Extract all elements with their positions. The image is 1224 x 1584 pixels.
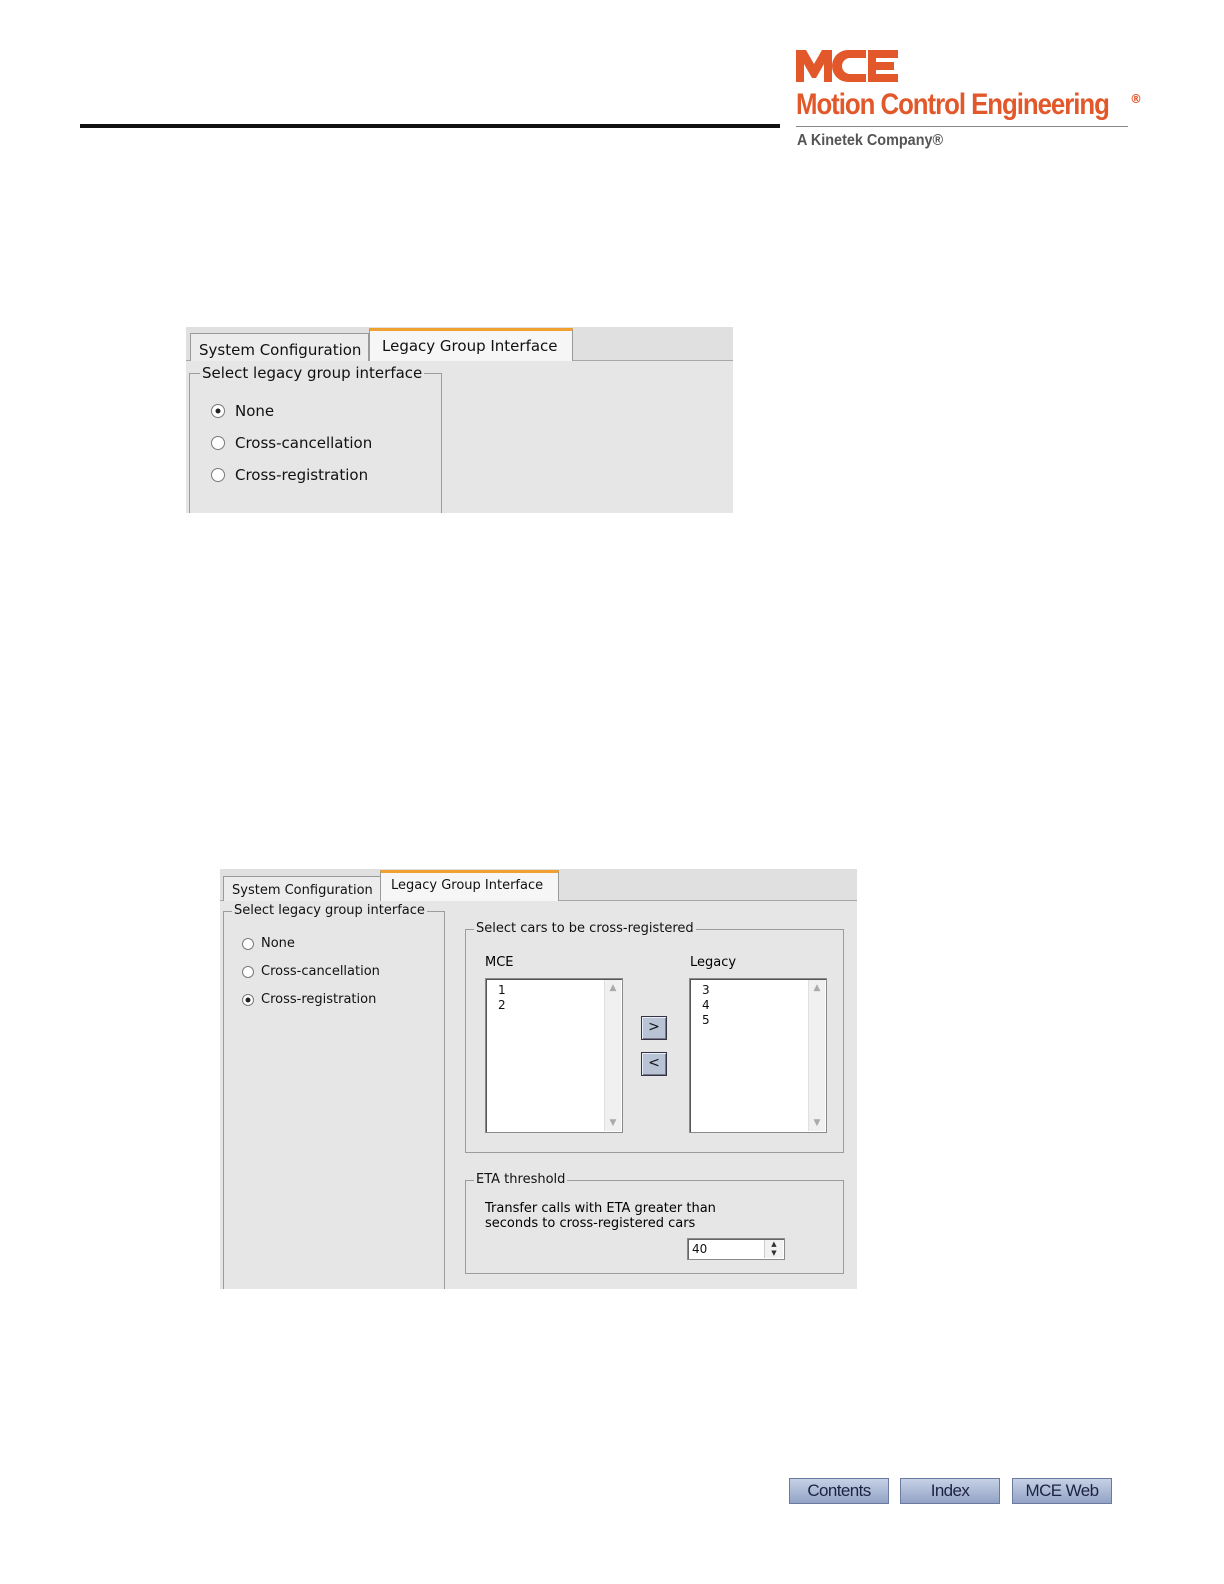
group-title: Select legacy group interface (200, 364, 425, 382)
cross-registered-cars-group: Select cars to be cross-registered MCE 1… (465, 921, 844, 1153)
radio-none[interactable]: None (211, 402, 274, 420)
group-title: Select cars to be cross-registered (474, 921, 696, 936)
tab-bar: System Configuration Legacy Group Interf… (186, 327, 733, 361)
mce-web-button[interactable]: MCE Web (1012, 1478, 1112, 1504)
eta-description-line2: seconds to cross-registered cars (485, 1216, 696, 1231)
eta-description-line1: Transfer calls with ETA greater than (485, 1201, 716, 1216)
radio-icon (211, 468, 225, 482)
radio-label: Cross-registration (235, 466, 369, 484)
company-name: Motion Control Engineering (796, 88, 1110, 121)
company-subtitle: A Kinetek Company® (797, 132, 944, 149)
move-right-button[interactable]: > (641, 1016, 667, 1040)
radio-icon (242, 965, 254, 978)
scroll-up-icon[interactable]: ▲ (809, 980, 825, 996)
radio-icon (242, 937, 254, 950)
radio-cross-registration[interactable]: Cross-registration (211, 466, 368, 484)
mce-logo-mark (796, 50, 898, 82)
scrollbar[interactable]: ▲ ▼ (604, 980, 621, 1131)
mce-logo: Motion Control Engineering ® A Kinetek C… (796, 50, 1156, 160)
scroll-up-icon[interactable]: ▲ (605, 980, 621, 996)
mce-cars-list[interactable]: 1 2 ▲ ▼ (485, 978, 623, 1133)
radio-label: Cross-cancellation (261, 964, 380, 979)
radio-label: Cross-cancellation (235, 434, 373, 452)
contents-button[interactable]: Contents (789, 1478, 889, 1504)
group-title: Select legacy group interface (232, 903, 427, 918)
tab-label: Legacy Group Interface (382, 337, 558, 355)
list-item[interactable]: 3 (702, 983, 710, 997)
move-left-button[interactable]: < (641, 1052, 667, 1076)
tab-system-configuration[interactable]: System Configuration (190, 333, 369, 361)
tab-system-configuration[interactable]: System Configuration (223, 876, 381, 901)
list-item[interactable]: 4 (702, 998, 710, 1012)
tab-label: Legacy Group Interface (391, 878, 544, 893)
tab-legacy-group-interface[interactable]: Legacy Group Interface (380, 870, 559, 901)
scroll-down-icon[interactable]: ▼ (809, 1115, 825, 1131)
registered-mark: ® (1130, 92, 1142, 106)
radio-icon (211, 404, 225, 418)
spin-up-icon[interactable]: ▲ (765, 1240, 783, 1249)
legacy-cars-list[interactable]: 3 4 5 ▲ ▼ (689, 978, 827, 1133)
radio-cross-cancellation[interactable]: Cross-cancellation (211, 434, 372, 452)
legacy-group-dialog-cross-registration: System Configuration Legacy Group Interf… (220, 869, 857, 1289)
legacy-interface-group: Select legacy group interface None Cross… (189, 364, 442, 513)
group-title: ETA threshold (474, 1172, 568, 1187)
radio-label: None (261, 936, 295, 951)
logo-divider (796, 126, 1128, 127)
radio-cross-registration[interactable]: Cross-registration (242, 992, 376, 1007)
spin-down-icon[interactable]: ▼ (765, 1249, 783, 1258)
eta-seconds-spinner[interactable]: 40 ▲ ▼ (687, 1238, 785, 1260)
scroll-down-icon[interactable]: ▼ (605, 1115, 621, 1131)
scrollbar[interactable]: ▲ ▼ (808, 980, 825, 1131)
tab-bar: System Configuration Legacy Group Interf… (220, 869, 857, 901)
index-button[interactable]: Index (900, 1478, 1000, 1504)
radio-none[interactable]: None (242, 936, 295, 951)
radio-cross-cancellation[interactable]: Cross-cancellation (242, 964, 380, 979)
tab-label: System Configuration (232, 883, 373, 898)
header-rule (80, 124, 780, 128)
radio-label: None (235, 402, 275, 420)
list-item[interactable]: 2 (498, 998, 506, 1012)
spinner-buttons[interactable]: ▲ ▼ (764, 1240, 783, 1258)
radio-icon (211, 436, 225, 450)
radio-icon (242, 993, 254, 1006)
tab-legacy-group-interface[interactable]: Legacy Group Interface (369, 328, 573, 361)
list-item[interactable]: 1 (498, 983, 506, 997)
list-item[interactable]: 5 (702, 1013, 710, 1027)
tab-label: System Configuration (199, 341, 362, 359)
eta-threshold-group: ETA threshold Transfer calls with ETA gr… (465, 1172, 844, 1274)
legacy-interface-group: Select legacy group interface None Cross… (223, 903, 445, 1289)
eta-value: 40 (692, 1242, 708, 1256)
radio-label: Cross-registration (261, 992, 377, 1007)
legacy-list-label: Legacy (690, 955, 737, 970)
mce-list-label: MCE (485, 955, 514, 970)
legacy-group-dialog-none: System Configuration Legacy Group Interf… (186, 327, 733, 513)
